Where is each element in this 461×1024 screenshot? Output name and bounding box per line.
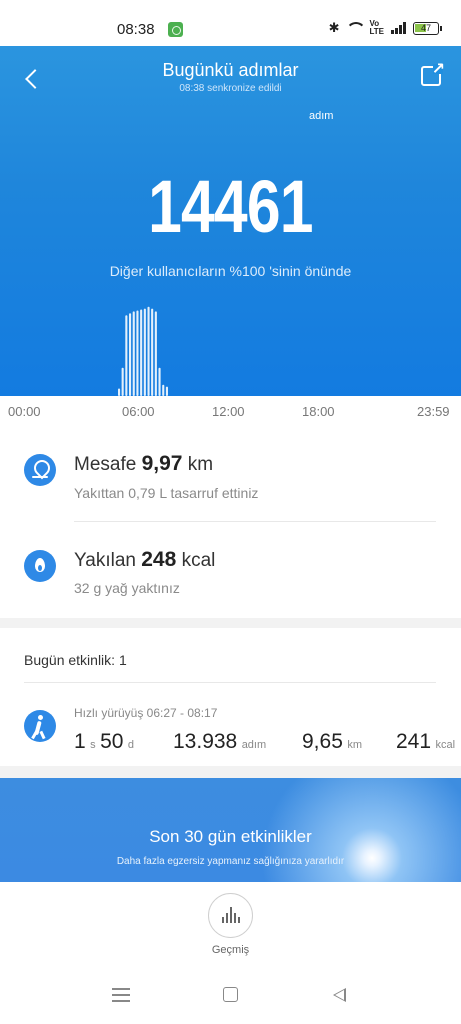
activity-count-title: Bugün etkinlik: 1 [24,652,127,668]
metrics-card: Mesafe 9,97 km Yakıttan 0,79 L tasarruf … [0,424,461,618]
distance-row[interactable]: Mesafe 9,97 km Yakıttan 0,79 L tasarruf … [0,424,461,521]
banner-title: Son 30 gün etkinlikler [149,827,312,846]
page-title: Bugünkü adımlar [162,60,299,80]
steps-chart [118,306,168,396]
steps-unit: adım [309,110,334,122]
location-icon [24,454,56,486]
activity-duration: 1 s 50 d [74,730,134,754]
distance-unit: km [187,454,214,475]
battery-level: 47 [420,22,431,33]
chart-bar [147,306,150,396]
chart-bar [165,386,168,396]
signal-icon [391,22,406,34]
activity-distance-unit: km [347,739,362,751]
chart-bar [158,367,161,396]
history-button[interactable] [208,893,253,938]
chart-bar [140,309,143,396]
duration-minutes: 50 [100,730,124,753]
chart-bar [125,315,128,396]
bottom-area: Geçmiş [0,882,461,1024]
volte-line2: LTE [369,27,384,36]
fuel-saved-text: Yakıttan 0,79 L tasarruf ettiniz [74,485,259,501]
calories-label: Yakılan [74,550,136,571]
steps-count: 14461 [148,165,313,248]
wifi-icon [346,22,367,34]
chart-bar [143,308,146,396]
activity-title-label: Bugün etkinlik: [24,652,116,668]
divider [24,682,436,683]
app-notification-icon [168,22,183,37]
walking-icon-legs [24,710,56,742]
bar-chart-icon [222,907,240,923]
nav-back-icon[interactable] [333,988,346,1002]
fat-burned-text: 32 g yağ yaktınız [74,580,180,596]
activity-steps-value: 13.938 [173,730,238,753]
chart-bar [151,308,154,396]
chart-bar [118,388,121,396]
chart-bar [129,313,132,396]
calories-title: Yakılan 248 kcal [74,548,215,572]
calories-row[interactable]: Yakılan 248 kcal 32 g yağ yaktınız [0,522,461,618]
activity-steps: 13.938 adım [173,730,266,754]
activity-kcal-value: 241 [396,730,432,753]
duration-hours-unit: s [90,739,96,751]
activity-count: 1 [118,652,127,668]
home-icon[interactable] [223,987,238,1002]
fire-icon [24,550,56,582]
activity-name-time[interactable]: Hızlı yürüyüş 06:27 - 08:17 [74,706,217,720]
chart-time-axis: 00:00 06:00 12:00 18:00 23:59 [0,396,461,424]
chart-bar [121,367,124,396]
time-axis-label: 00:00 [8,404,41,419]
chart-bar [162,384,165,396]
last-30-days-banner[interactable]: Son 30 gün etkinlikler Daha fazla egzers… [0,778,461,882]
activity-stats[interactable]: 1 s 50 d 13.938 adım 9,65 km 241 kcal [74,730,461,758]
calories-unit: kcal [181,550,216,571]
time-axis-label: 06:00 [122,404,155,419]
recent-apps-icon[interactable] [112,988,130,1002]
volte-icon: Vo LTE [369,20,384,36]
steps-hero: Bugünkü adımlar 08:38 senkronize edildi … [0,46,461,396]
time-axis-label: 12:00 [212,404,245,419]
distance-label: Mesafe [74,454,137,475]
chart-bar [136,310,139,396]
activity-distance: 9,65 km [302,730,362,754]
bluetooth-icon: ✱ [328,20,340,35]
status-icons: ✱ Vo LTE 47 [328,20,442,36]
time-axis-label: 23:59 [417,404,450,419]
time-axis-label: 18:00 [302,404,335,419]
chart-bar [154,311,157,396]
distance-value: 9,97 [141,452,183,475]
status-time: 08:38 [117,21,155,38]
history-label: Geçmiş [211,944,250,956]
share-icon[interactable] [421,59,445,86]
distance-title: Mesafe 9,97 km [74,452,213,476]
battery-icon: 47 [413,21,442,35]
calories-value: 248 [141,548,177,571]
status-bar: 08:38 ✱ Vo LTE 47 [0,0,461,46]
activity-card: Bugün etkinlik: 1 Hızlı yürüyüş 06:27 - … [0,628,461,766]
activity-steps-unit: adım [241,739,267,751]
duration-minutes-unit: d [127,739,135,751]
activity-kcal-unit: kcal [435,739,456,751]
activity-calories: 241 kcal [396,730,455,754]
duration-hours: 1 [74,730,86,753]
banner-subtitle: Daha fazla egzersiz yapmanız sağlığınıza… [116,856,345,867]
chart-bar [132,311,135,396]
sync-status: 08:38 senkronize edildi [179,83,282,94]
steps-count-block: 14461 [0,164,461,249]
activity-distance-value: 9,65 [302,730,343,753]
